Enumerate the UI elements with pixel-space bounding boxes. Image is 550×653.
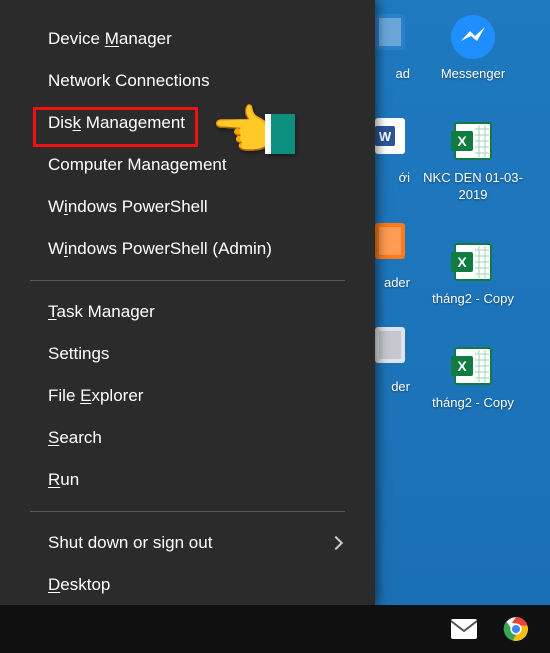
winx-menu: Device Manager Network Connections Disk Ma… — [0, 0, 375, 606]
svg-text:X: X — [457, 254, 467, 270]
menu-item-label: Network Connections — [48, 71, 210, 91]
menu-separator — [30, 511, 345, 512]
desktop-icon-label: tháng2 - Copy — [432, 395, 514, 411]
menu-item-label: Windows PowerShell (Admin) — [48, 239, 272, 259]
menu-item-file-explorer[interactable]: File Explorer — [0, 375, 375, 417]
menu-item-computer-management[interactable]: Computer Management — [0, 144, 375, 186]
desktop-icon-column-right: Messenger X NKC DEN 01-03-2019 X tháng2 … — [408, 10, 538, 411]
pdf-icon — [370, 219, 410, 273]
file-icon — [370, 10, 410, 64]
menu-item-label: Task Manager — [48, 302, 155, 322]
taskbar-chrome-icon[interactable] — [502, 615, 530, 643]
svg-text:X: X — [457, 133, 467, 149]
word-icon: W — [370, 114, 410, 168]
menu-separator — [30, 280, 345, 281]
desktop-background: Messenger X NKC DEN 01-03-2019 X tháng2 … — [0, 0, 550, 653]
menu-item-label: Disk Management — [48, 113, 185, 133]
menu-item-label: Device Manager — [48, 29, 172, 49]
excel-icon: X — [446, 235, 500, 289]
menu-item-label: File Explorer — [48, 386, 143, 406]
desktop-icon-label: NKC DEN 01-03-2019 — [418, 170, 528, 203]
desktop-icon-excel-2[interactable]: X tháng2 - Copy — [418, 235, 528, 307]
desktop-icon-excel-1[interactable]: X NKC DEN 01-03-2019 — [418, 114, 528, 203]
menu-item-windows-powershell-admin[interactable]: Windows PowerShell (Admin) — [0, 228, 375, 270]
svg-text:X: X — [457, 358, 467, 374]
menu-item-label: Windows PowerShell — [48, 197, 208, 217]
messenger-icon — [446, 10, 500, 64]
menu-item-network-connections[interactable]: Network Connections — [0, 60, 375, 102]
menu-item-label: Computer Management — [48, 155, 227, 175]
taskbar — [0, 605, 550, 653]
menu-item-windows-powershell[interactable]: Windows PowerShell — [0, 186, 375, 228]
menu-item-search[interactable]: Search — [0, 417, 375, 459]
excel-icon: X — [446, 339, 500, 393]
svg-text:W: W — [379, 129, 392, 144]
excel-icon: X — [446, 114, 500, 168]
menu-item-disk-management[interactable]: Disk Management — [0, 102, 375, 144]
menu-item-label: Settings — [48, 344, 109, 364]
desktop-icon-label: Messenger — [441, 66, 505, 82]
desktop-icon-excel-3[interactable]: X tháng2 - Copy — [418, 339, 528, 411]
menu-item-run[interactable]: Run — [0, 459, 375, 501]
menu-item-device-manager[interactable]: Device Manager — [0, 18, 375, 60]
menu-item-desktop[interactable]: Desktop — [0, 564, 375, 606]
menu-item-label: Run — [48, 470, 79, 490]
menu-item-label: Desktop — [48, 575, 110, 595]
file-icon — [370, 323, 410, 377]
menu-item-label: Search — [48, 428, 102, 448]
taskbar-mail-icon[interactable] — [450, 615, 478, 643]
menu-item-task-manager[interactable]: Task Manager — [0, 291, 375, 333]
menu-item-settings[interactable]: Settings — [0, 333, 375, 375]
desktop-icon-label: tháng2 - Copy — [432, 291, 514, 307]
menu-item-shut-down-or-sign-out[interactable]: Shut down or sign out — [0, 522, 375, 564]
desktop-icon-messenger[interactable]: Messenger — [418, 10, 528, 82]
menu-item-label: Shut down or sign out — [48, 533, 212, 553]
